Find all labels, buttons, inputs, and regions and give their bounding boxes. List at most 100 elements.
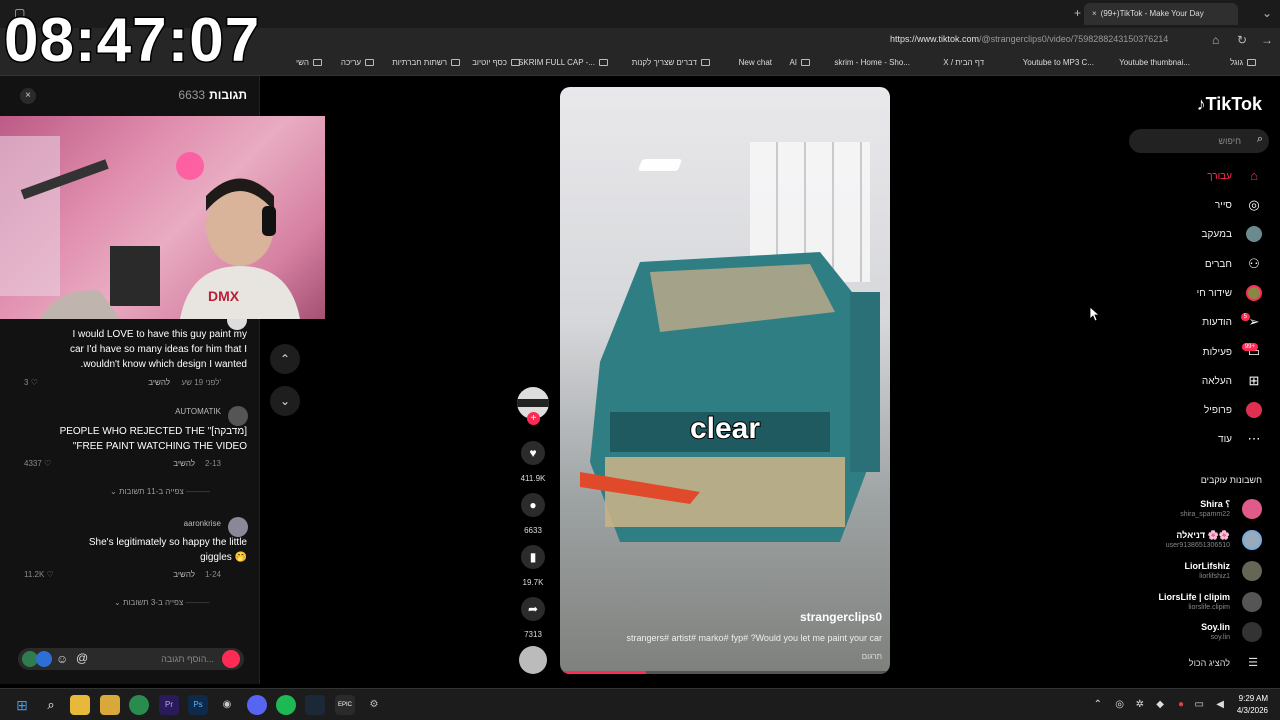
bookmark-item[interactable]: AI (789, 58, 810, 67)
music-disc-icon[interactable] (519, 646, 547, 674)
bookmark-item[interactable]: SKRIM FULL CAP -... (518, 58, 608, 67)
microphone-icon[interactable]: ● (1178, 699, 1184, 710)
save-button[interactable]: ▮ (521, 545, 545, 569)
bookmark-item[interactable]: רשתות חברתיות (392, 58, 460, 67)
following-avatar[interactable] (1242, 592, 1262, 612)
bookmark-item[interactable]: Youtube thumbnai... (1119, 58, 1190, 67)
mention-icon[interactable]: @ (76, 651, 88, 665)
live-icon[interactable] (1246, 285, 1262, 301)
comment-likes[interactable]: 3 ♡ (24, 378, 38, 387)
following-account-name[interactable]: LiorsLife | clipim (1158, 592, 1230, 602)
friends-icon[interactable]: ⚇ (1246, 256, 1262, 272)
like-button[interactable]: ♥ (521, 441, 545, 465)
file-explorer-icon[interactable] (70, 695, 90, 715)
upload-icon[interactable]: ⊞ (1246, 373, 1262, 389)
forward-icon[interactable]: → (1261, 33, 1273, 47)
bookmark-item[interactable]: השי (296, 58, 322, 67)
epic-games-icon[interactable]: EPIC (335, 695, 355, 715)
comment-reply-link[interactable]: להשיב (148, 378, 170, 387)
browser-tab[interactable]: × (99+)TikTok - Make Your Day (1084, 3, 1238, 25)
tray-chevron-icon[interactable]: ⌃ (1094, 699, 1102, 710)
url-text[interactable]: https://www.tiktok.com/@strangerclips0/v… (890, 34, 1168, 44)
next-video-button[interactable]: ⌄ (270, 386, 300, 416)
premiere-icon[interactable]: Pr (159, 695, 179, 715)
following-icon[interactable] (1246, 226, 1262, 242)
tiktok-logo[interactable]: ♪TikTok (1197, 94, 1262, 115)
close-comments-button[interactable]: × (20, 88, 36, 104)
following-account-name[interactable]: Soy.lin (1201, 622, 1230, 632)
video-progress-bar[interactable] (560, 671, 890, 674)
settings-gear-icon[interactable]: ⚙ (364, 695, 384, 715)
comment-likes[interactable]: 11.2K ♡ (24, 570, 54, 579)
home-icon[interactable]: ⌂ (1246, 168, 1262, 184)
share-button[interactable]: ➦ (521, 597, 545, 621)
app-icon[interactable] (100, 695, 120, 715)
tray-app-icon[interactable]: ✲ (1136, 699, 1144, 710)
following-account-name[interactable]: Shira ؟ (1200, 499, 1230, 510)
volume-icon[interactable]: ◀ (1216, 699, 1224, 710)
comment-reply-link[interactable]: להשיב (173, 570, 195, 579)
following-account-name[interactable]: דניאלה 🌸🌸 (1176, 530, 1230, 541)
home-browser-icon[interactable]: ⌂ (1212, 33, 1219, 47)
tray-app-icon[interactable]: ◆ (1156, 699, 1164, 710)
tray-app-icon[interactable]: ◎ (1115, 699, 1124, 710)
new-tab-icon[interactable]: + (1074, 6, 1081, 20)
nav-messages[interactable]: הודעות (1202, 317, 1232, 328)
list-icon[interactable]: ☰ (1248, 656, 1258, 669)
steam-icon[interactable] (305, 695, 325, 715)
nav-upload[interactable]: העלאה (1202, 376, 1232, 387)
following-avatar[interactable] (1242, 499, 1262, 519)
more-icon[interactable]: ⋯ (1246, 431, 1262, 447)
previous-video-button[interactable]: ⌃ (270, 344, 300, 374)
comment-avatar[interactable] (228, 517, 248, 537)
bookmark-item[interactable]: Youtube to MP3 C... (1023, 58, 1094, 67)
view-replies-button[interactable]: ⌄ צפייה ב-3 תשובות ——— (114, 598, 210, 607)
nav-profile[interactable]: פרופיל (1204, 405, 1232, 416)
following-account-name[interactable]: LiorLifshiz (1185, 561, 1231, 571)
nav-live[interactable]: שידור חי (1197, 288, 1232, 299)
search-icon[interactable]: ⌕ (1257, 133, 1263, 146)
bookmark-item[interactable]: גוגל (1230, 58, 1256, 67)
profile-badge-icon[interactable] (222, 650, 240, 668)
view-replies-button[interactable]: ⌄ צפייה ב-11 תשובות ——— (110, 487, 210, 496)
windows-start-icon[interactable]: ⊞ (12, 695, 32, 715)
video-author[interactable]: strangerclips0 (800, 610, 882, 624)
comment-username[interactable]: aaronkrise (184, 519, 221, 528)
bookmark-item[interactable]: דברים שצריך לקנות (632, 58, 710, 67)
comment-avatar[interactable] (228, 406, 248, 426)
spotify-icon[interactable] (276, 695, 296, 715)
system-clock[interactable]: 9:29 AM 4/3/2026 (1237, 693, 1268, 717)
profile-icon[interactable] (1246, 402, 1262, 418)
comment-username[interactable]: AUTOMATIK (175, 407, 221, 416)
nav-activity[interactable]: פעילות (1203, 347, 1232, 358)
bookmark-item[interactable]: X / דף הבית (943, 58, 984, 67)
show-all-link[interactable]: להציג הכול (1189, 658, 1230, 668)
emoji-icon[interactable]: ☺ (56, 652, 68, 666)
compass-icon[interactable]: ◎ (1246, 197, 1262, 213)
nav-for-you[interactable]: עבורך (1207, 171, 1232, 182)
bookmark-item[interactable]: כסף יוטיוב (472, 58, 520, 67)
comment-input[interactable]: ☺ @ הוסף תגובה... (18, 648, 244, 670)
nav-more[interactable]: עוד (1218, 434, 1232, 445)
photoshop-icon[interactable]: Ps (188, 695, 208, 715)
bookmark-item[interactable]: New chat (739, 58, 772, 67)
search-input[interactable]: חיפוש ⌕ (1129, 129, 1269, 153)
following-avatar[interactable] (1242, 530, 1262, 550)
obs-icon[interactable]: ◉ (217, 695, 237, 715)
comment-button[interactable]: ● (521, 493, 545, 517)
browser-icon[interactable] (129, 695, 149, 715)
discord-icon[interactable] (247, 695, 267, 715)
bookmark-item[interactable]: עריכה (341, 58, 374, 67)
assistant-icon[interactable] (36, 651, 52, 667)
tab-list-icon[interactable]: ⌄ (1262, 6, 1272, 20)
reload-icon[interactable]: ↻ (1237, 33, 1247, 47)
search-icon[interactable]: ⌕ (41, 695, 61, 715)
nav-explore[interactable]: סייר (1215, 200, 1232, 211)
bookmark-item[interactable]: skrim - Home - Sho... (834, 58, 910, 67)
nav-following[interactable]: במעקב (1202, 229, 1232, 240)
comment-likes[interactable]: 4337 ♡ (24, 459, 51, 468)
translate-link[interactable]: תרגום (862, 652, 882, 661)
follow-plus-icon[interactable]: + (527, 412, 540, 425)
comment-reply-link[interactable]: להשיב (173, 459, 195, 468)
following-avatar[interactable] (1242, 622, 1262, 642)
